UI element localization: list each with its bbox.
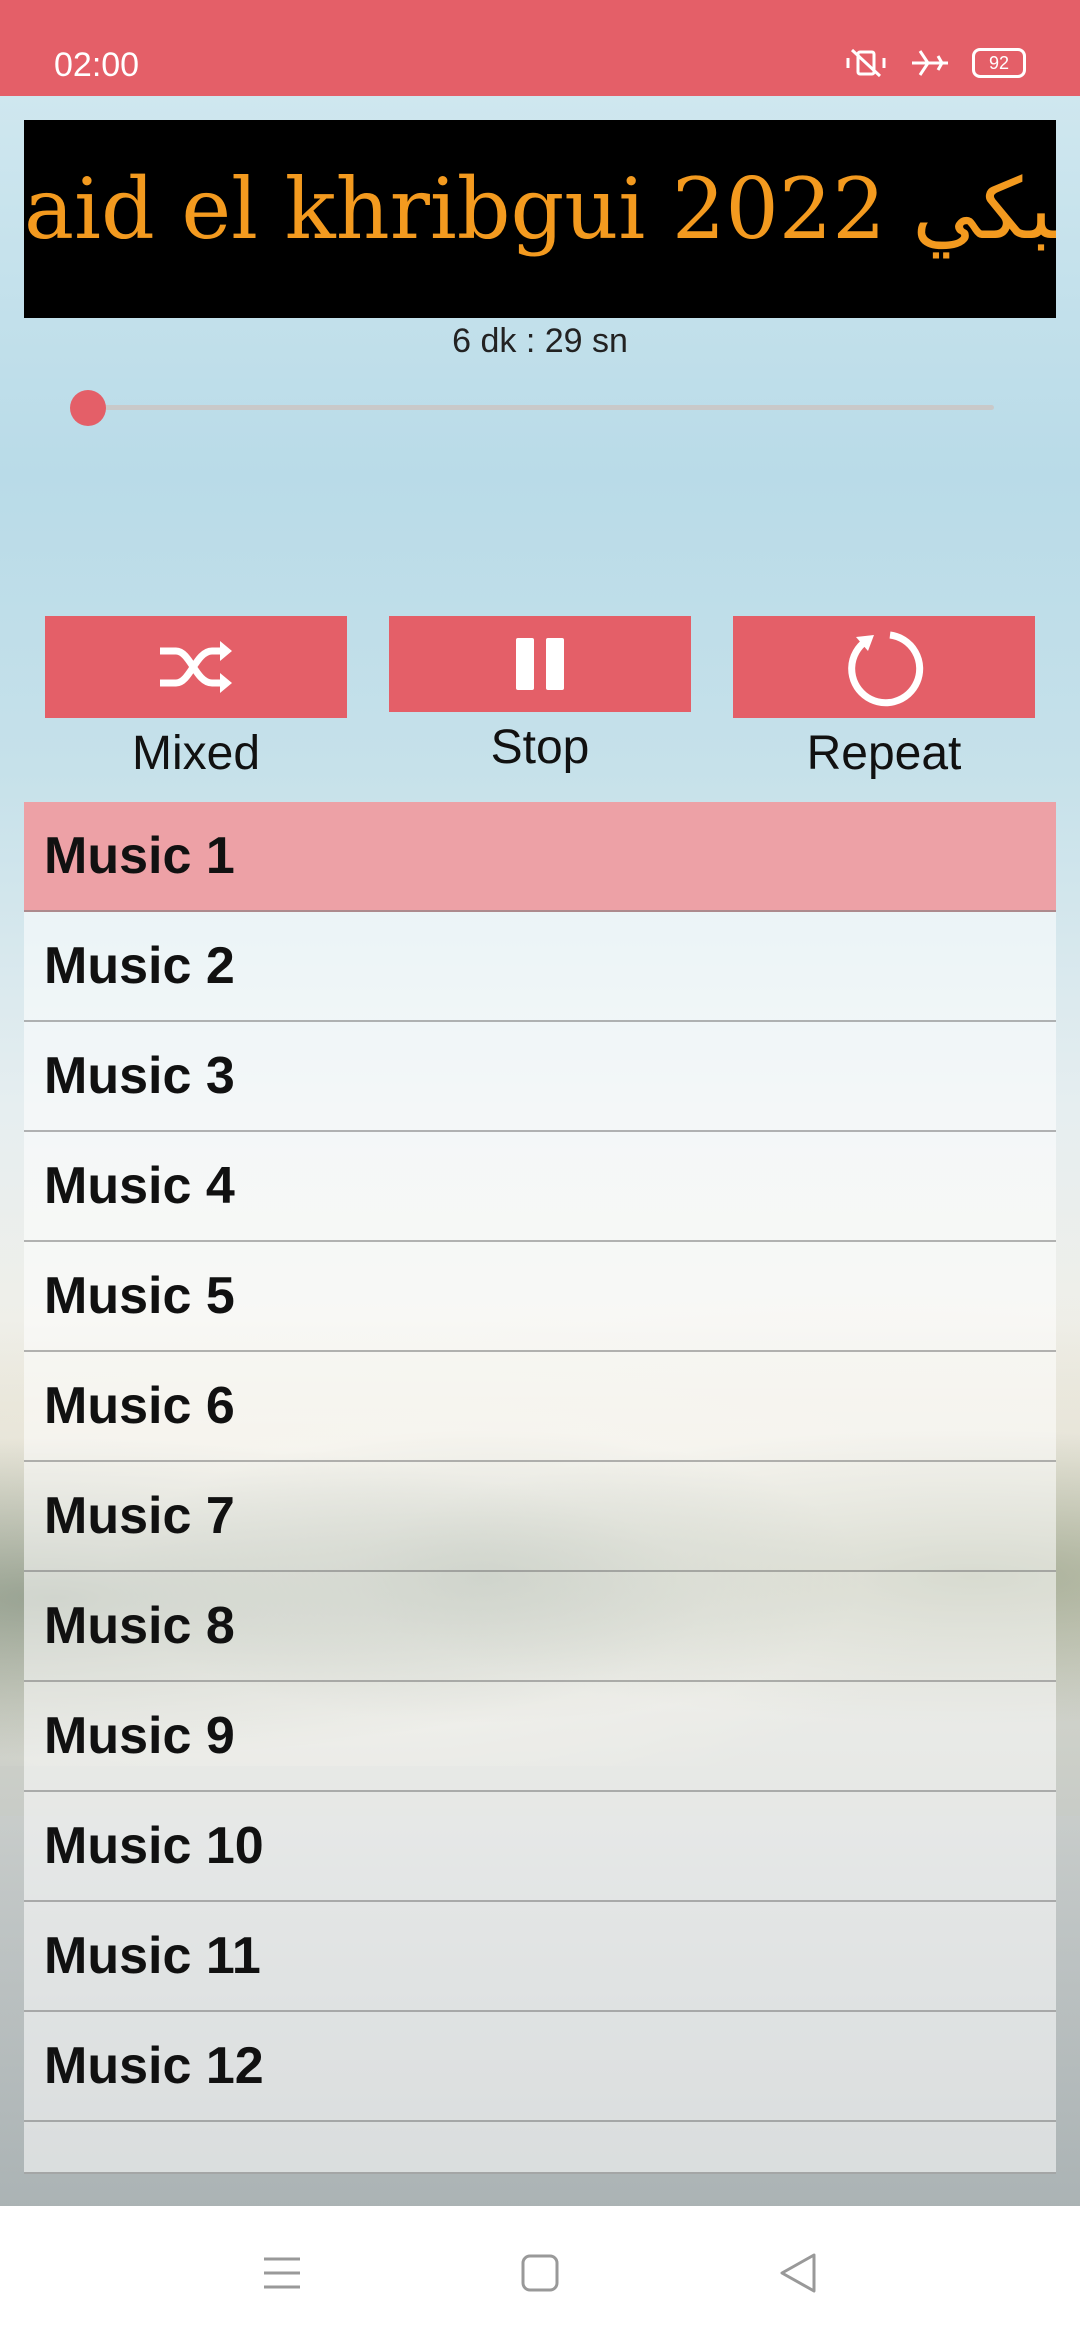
back-icon — [780, 2253, 816, 2293]
status-bar: 02:00 92 — [0, 0, 1080, 96]
track-name: Music 6 — [44, 1377, 235, 1435]
list-item[interactable]: Music 6 — [24, 1352, 1056, 1462]
list-item[interactable]: Music 12 — [24, 2012, 1056, 2122]
list-item[interactable]: Music 1 — [24, 802, 1056, 912]
list-item[interactable]: Music 5 — [24, 1242, 1056, 1352]
list-item[interactable]: Music 7 — [24, 1462, 1056, 1572]
home-icon — [521, 2254, 559, 2292]
shuffle-icon — [160, 641, 232, 693]
list-item[interactable]: Music 10 — [24, 1792, 1056, 1902]
track-name: Music 2 — [44, 937, 235, 995]
track-name: Music 11 — [44, 1927, 261, 1985]
seekbar-thumb[interactable] — [70, 390, 106, 426]
track-name: Music 1 — [44, 827, 235, 885]
track-name: Music 12 — [44, 2037, 264, 2095]
list-item[interactable]: Music 4 — [24, 1132, 1056, 1242]
track-name: Music 9 — [44, 1707, 235, 1765]
playlist: Music 1 Music 2 Music 3 Music 4 Music 5 … — [24, 802, 1056, 2174]
list-item[interactable]: Music 11 — [24, 1902, 1056, 2012]
track-name: Music 8 — [44, 1597, 235, 1655]
repeat-icon — [848, 631, 924, 707]
repeat-label: Repeat — [806, 727, 962, 780]
mixed-label: Mixed — [131, 727, 261, 780]
track-duration: 6 dk : 29 sn — [452, 322, 628, 360]
home-button[interactable] — [500, 2238, 580, 2308]
track-name: Music 3 — [44, 1047, 235, 1105]
seekbar-track[interactable] — [88, 405, 994, 410]
track-name: Music 4 — [44, 1157, 235, 1215]
pause-icon — [516, 638, 564, 690]
back-button[interactable] — [758, 2238, 838, 2308]
now-playing-banner: aid el khribgui 2022 عيبكي — [24, 120, 1056, 318]
navigation-bar — [0, 2206, 1080, 2340]
stop-label: Stop — [490, 721, 590, 774]
stop-control: Stop — [389, 616, 691, 775]
repeat-control: Repeat — [733, 616, 1035, 781]
shuffle-button[interactable] — [45, 616, 347, 718]
pause-button[interactable] — [389, 616, 691, 712]
mixed-control: Mixed — [45, 616, 347, 781]
battery-icon: 92 — [972, 48, 1026, 78]
track-name: Music 5 — [44, 1267, 235, 1325]
status-time: 02:00 — [54, 46, 140, 84]
battery-level: 92 — [988, 52, 1010, 73]
track-name: Music 7 — [44, 1487, 235, 1545]
list-item[interactable]: Music 2 — [24, 912, 1056, 1022]
airplane-icon — [912, 50, 948, 76]
list-item[interactable]: Music 8 — [24, 1572, 1056, 1682]
list-item[interactable]: Music 9 — [24, 1682, 1056, 1792]
list-item-partial[interactable] — [24, 2122, 1056, 2174]
vibrate-off-icon — [846, 48, 886, 78]
now-playing-title: aid el khribgui 2022 عيبكي — [24, 160, 1056, 258]
recent-apps-button[interactable] — [242, 2238, 322, 2308]
repeat-button[interactable] — [733, 616, 1035, 718]
list-item[interactable]: Music 3 — [24, 1022, 1056, 1132]
status-icons: 92 — [844, 48, 1026, 78]
menu-icon — [264, 2257, 300, 2289]
track-name: Music 10 — [44, 1817, 264, 1875]
